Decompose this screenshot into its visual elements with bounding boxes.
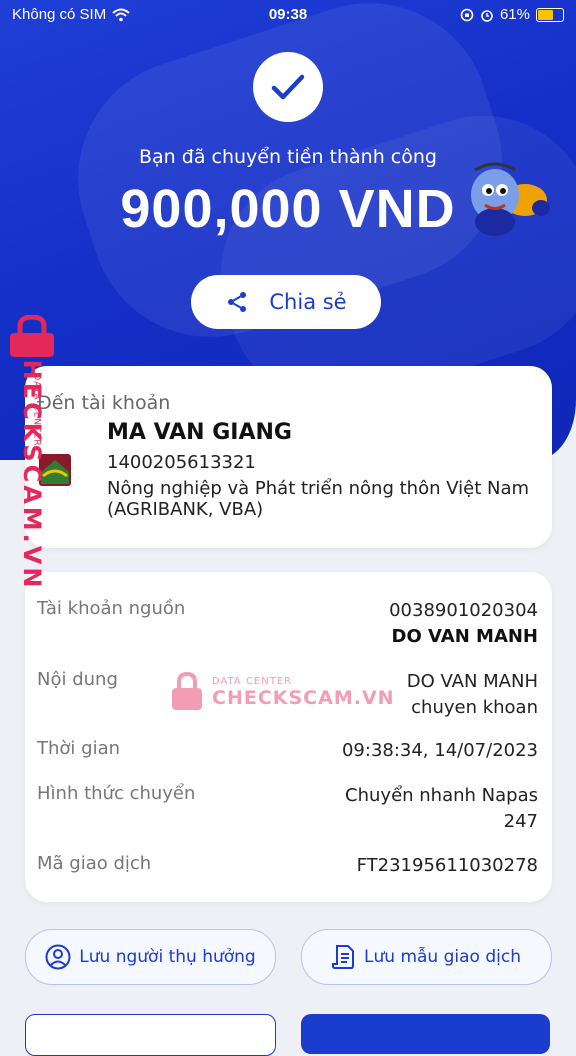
transaction-details-card: Tài khoản nguồn 0038901020304 DO VAN MAN… — [25, 572, 552, 902]
primary-action-button[interactable] — [301, 1014, 550, 1054]
battery-icon — [536, 7, 564, 22]
recipient-bank: Nông nghiệp và Phát triển nông thôn Việt… — [107, 478, 530, 520]
watermark-brand: CHECKSCAM.VN — [18, 339, 46, 591]
save-beneficiary-label: Lưu người thụ hưởng — [79, 947, 256, 967]
recipient-name: MA VAN GIANG — [107, 420, 292, 445]
secondary-action-button[interactable] — [25, 1014, 276, 1056]
save-template-label: Lưu mẫu giao dịch — [364, 947, 521, 967]
time-label: Thời gian — [37, 738, 121, 759]
success-check-icon — [253, 52, 323, 122]
watermark-brand: CHECKSCAM.VN — [212, 686, 395, 709]
status-right: 61% — [460, 6, 564, 23]
status-bar: Không có SIM 09:38 61% — [0, 0, 576, 30]
method-label: Hình thức chuyển — [37, 783, 196, 804]
content-value: DO VAN MANH chuyen khoan — [407, 669, 538, 721]
lock-watermark-icon — [172, 672, 202, 710]
method-line: 247 — [503, 811, 538, 832]
user-icon — [45, 944, 71, 970]
source-account-value: 0038901020304 DO VAN MANH — [389, 598, 538, 650]
watermark-center: DATA CENTER CHECKSCAM.VN — [170, 672, 395, 712]
alarm-icon — [481, 9, 493, 22]
share-label: Chia sẻ — [269, 290, 347, 314]
share-button[interactable]: Chia sẻ — [191, 275, 381, 329]
save-beneficiary-button[interactable]: Lưu người thụ hưởng — [25, 929, 276, 985]
transaction-id-value: FT23195611030278 — [356, 855, 538, 876]
rotation-lock-icon — [460, 8, 474, 21]
battery-percent: 61% — [499, 6, 530, 23]
save-template-button[interactable]: Lưu mẫu giao dịch — [301, 929, 552, 985]
watermark-subtext: DATA CENTER — [212, 675, 293, 687]
recipient-card: Đến tài khoản MA VAN GIANG 1400205613321… — [25, 366, 552, 548]
method-line: Chuyển nhanh Napas — [345, 785, 538, 806]
watermark-side: DATA CENTER CHECKSCAM.VN — [4, 315, 64, 591]
source-account-label: Tài khoản nguồn — [37, 598, 186, 619]
content-line: chuyen khoan — [411, 697, 538, 718]
source-account-number: 0038901020304 — [389, 600, 538, 621]
content-label: Nội dung — [37, 669, 118, 690]
transaction-id-label: Mã giao dịch — [37, 853, 152, 874]
share-icon — [228, 292, 247, 312]
recipient-account-number: 1400205613321 — [107, 452, 256, 473]
method-value: Chuyển nhanh Napas 247 — [345, 783, 538, 835]
source-account-name: DO VAN MANH — [391, 626, 538, 647]
content-line: DO VAN MANH — [406, 671, 538, 692]
time-value: 09:38:34, 14/07/2023 — [341, 740, 538, 761]
mascot-bee-icon — [471, 162, 550, 236]
document-icon — [332, 945, 355, 969]
